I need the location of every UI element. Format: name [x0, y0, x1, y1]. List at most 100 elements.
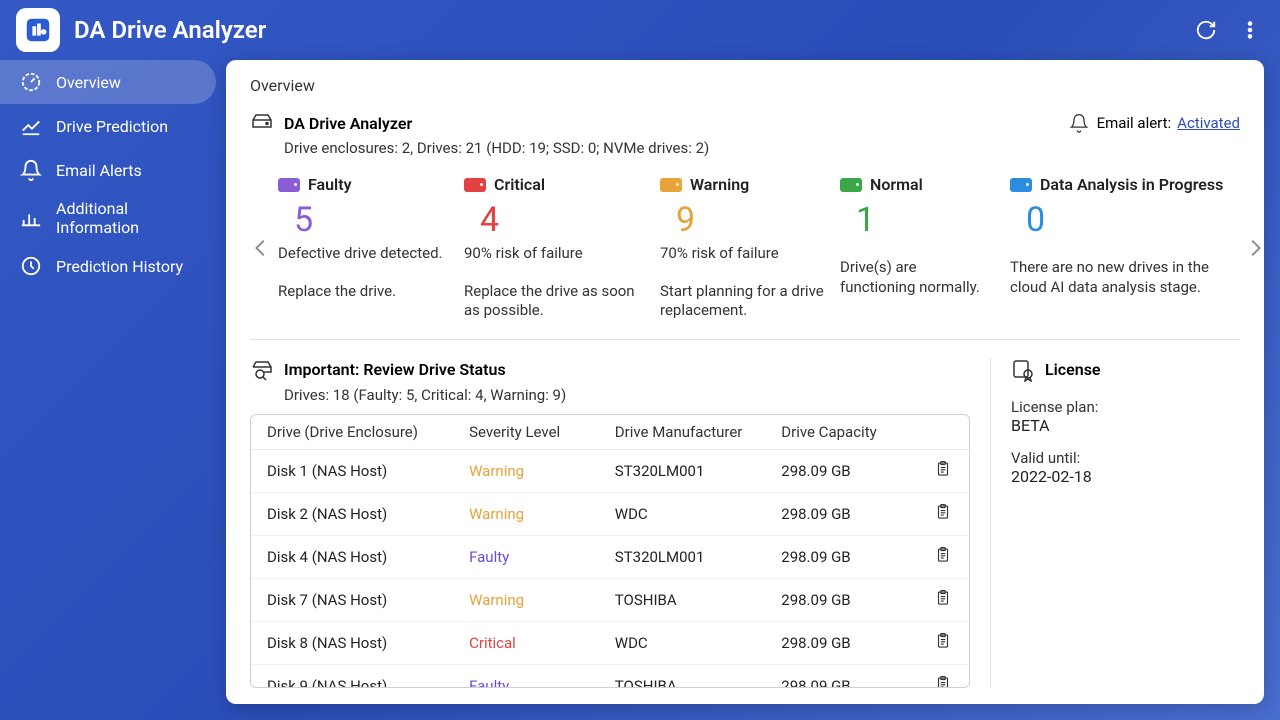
chart-line-icon: [20, 115, 42, 137]
drive-status-icon: [464, 178, 486, 192]
app-title: DA Drive Analyzer: [74, 16, 1192, 44]
review-title: Important: Review Drive Status: [284, 360, 506, 379]
card-count: 5: [294, 200, 448, 240]
carousel-next-button[interactable]: [1244, 188, 1264, 308]
clipboard-icon: [934, 464, 952, 482]
divider: [250, 339, 1240, 340]
cell-drive: Disk 4 (NAS Host): [251, 535, 459, 578]
status-card-critical: Critical 4 90% risk of failure Replace t…: [464, 175, 644, 321]
cell-drive: Disk 9 (NAS Host): [251, 664, 459, 687]
cell-drive: Disk 2 (NAS Host): [251, 492, 459, 535]
row-action-button[interactable]: [917, 621, 969, 664]
license-valid-value: 2022-02-18: [1011, 467, 1240, 486]
cell-manufacturer: ST320LM001: [605, 450, 771, 493]
drive-table: Drive (Drive Enclosure) Severity Level D…: [250, 414, 970, 689]
clipboard-icon: [934, 507, 952, 525]
status-card-normal: Normal 1 Drive(s) are functioning normal…: [840, 175, 994, 321]
app-header: DA Drive Analyzer: [0, 0, 1280, 60]
cell-severity: Warning: [459, 450, 605, 493]
row-action-button[interactable]: [917, 535, 969, 578]
cell-capacity: 298.09 GB: [771, 664, 917, 687]
gauge-icon: [20, 71, 42, 93]
email-alert: Email alert: Activated: [1067, 111, 1240, 135]
refresh-button[interactable]: [1192, 16, 1220, 44]
cell-severity: Warning: [459, 578, 605, 621]
certificate-icon: [1011, 358, 1035, 382]
row-action-button[interactable]: [917, 492, 969, 535]
table-header-row: Drive (Drive Enclosure) Severity Level D…: [251, 415, 969, 450]
carousel-prev-button[interactable]: [250, 188, 272, 308]
status-card-faulty: Faulty 5 Defective drive detected. Repla…: [278, 175, 448, 321]
sidebar-item-prediction-history[interactable]: Prediction History: [0, 244, 226, 288]
cell-drive: Disk 8 (NAS Host): [251, 621, 459, 664]
license-valid-label: Valid until:: [1011, 449, 1240, 467]
table-row[interactable]: Disk 7 (NAS Host)WarningTOSHIBA298.09 GB: [251, 578, 969, 621]
cell-manufacturer: TOSHIBA: [605, 664, 771, 687]
email-alert-status-link[interactable]: Activated: [1177, 114, 1240, 132]
sidebar-item-label: Overview: [56, 73, 121, 92]
sidebar-item-email-alerts[interactable]: Email Alerts: [0, 148, 226, 192]
review-subtitle: Drives: 18 (Faulty: 5, Critical: 4, Warn…: [284, 386, 970, 404]
row-action-button[interactable]: [917, 578, 969, 621]
card-action: Drive(s) are functioning normally.: [840, 258, 994, 297]
table-header[interactable]: Drive (Drive Enclosure): [251, 415, 459, 450]
clock-icon: [20, 255, 42, 277]
table-row[interactable]: Disk 2 (NAS Host)WarningWDC298.09 GB: [251, 492, 969, 535]
bar-chart-icon: [20, 207, 42, 229]
clipboard-icon: [934, 679, 952, 688]
sidebar-item-drive-prediction[interactable]: Drive Prediction: [0, 104, 226, 148]
card-title: Warning: [690, 175, 749, 194]
bell-icon: [1067, 111, 1091, 135]
sidebar: Overview Drive Prediction Email Alerts A…: [0, 60, 226, 704]
card-title: Faulty: [308, 175, 352, 194]
page-title: Overview: [250, 76, 1240, 95]
drive-search-icon: [250, 358, 274, 382]
sidebar-item-additional-information[interactable]: Additional Information: [0, 192, 226, 244]
cell-severity: Faulty: [459, 664, 605, 687]
cell-capacity: 298.09 GB: [771, 578, 917, 621]
cell-manufacturer: TOSHIBA: [605, 578, 771, 621]
table-row[interactable]: Disk 1 (NAS Host)WarningST320LM001298.09…: [251, 450, 969, 493]
row-action-button[interactable]: [917, 664, 969, 687]
review-section: Important: Review Drive Status Drives: 1…: [250, 358, 970, 689]
card-count: 0: [1026, 200, 1238, 240]
clipboard-icon: [934, 593, 952, 611]
cell-severity: Critical: [459, 621, 605, 664]
table-row[interactable]: Disk 9 (NAS Host)FaultyTOSHIBA298.09 GB: [251, 664, 969, 687]
card-title: Critical: [494, 175, 545, 194]
drive-status-icon: [840, 178, 862, 192]
clipboard-icon: [934, 550, 952, 568]
table-header[interactable]: Drive Capacity: [771, 415, 917, 450]
cell-drive: Disk 7 (NAS Host): [251, 578, 459, 621]
cell-manufacturer: WDC: [605, 492, 771, 535]
cell-capacity: 298.09 GB: [771, 492, 917, 535]
drive-status-icon: [1010, 178, 1032, 192]
row-action-button[interactable]: [917, 450, 969, 493]
clipboard-icon: [934, 636, 952, 654]
more-button[interactable]: [1236, 16, 1264, 44]
table-row[interactable]: Disk 4 (NAS Host)FaultyST320LM001298.09 …: [251, 535, 969, 578]
license-title: License: [1045, 360, 1101, 379]
cell-capacity: 298.09 GB: [771, 535, 917, 578]
card-title: Data Analysis in Progress: [1040, 175, 1223, 194]
card-count: 1: [856, 200, 994, 240]
table-header[interactable]: Drive Manufacturer: [605, 415, 771, 450]
chevron-right-icon: [1244, 234, 1264, 262]
main-panel: Overview DA Drive Analyzer Drive enclosu…: [226, 60, 1264, 704]
sidebar-item-overview[interactable]: Overview: [0, 60, 216, 104]
sidebar-item-label: Email Alerts: [56, 161, 142, 180]
status-title: DA Drive Analyzer: [284, 114, 412, 133]
cell-manufacturer: ST320LM001: [605, 535, 771, 578]
license-plan-value: BETA: [1011, 416, 1240, 435]
chevron-left-icon: [250, 234, 272, 262]
table-row[interactable]: Disk 8 (NAS Host)CriticalWDC298.09 GB: [251, 621, 969, 664]
cell-severity: Faulty: [459, 535, 605, 578]
status-card-warning: Warning 9 70% risk of failure Start plan…: [660, 175, 824, 321]
license-plan-label: License plan:: [1011, 398, 1240, 416]
bell-icon: [20, 159, 42, 181]
app-logo-icon: [16, 8, 60, 52]
email-alert-label: Email alert:: [1097, 114, 1172, 132]
table-header[interactable]: Severity Level: [459, 415, 605, 450]
more-vertical-icon: [1239, 19, 1261, 41]
drive-status-icon: [660, 178, 682, 192]
